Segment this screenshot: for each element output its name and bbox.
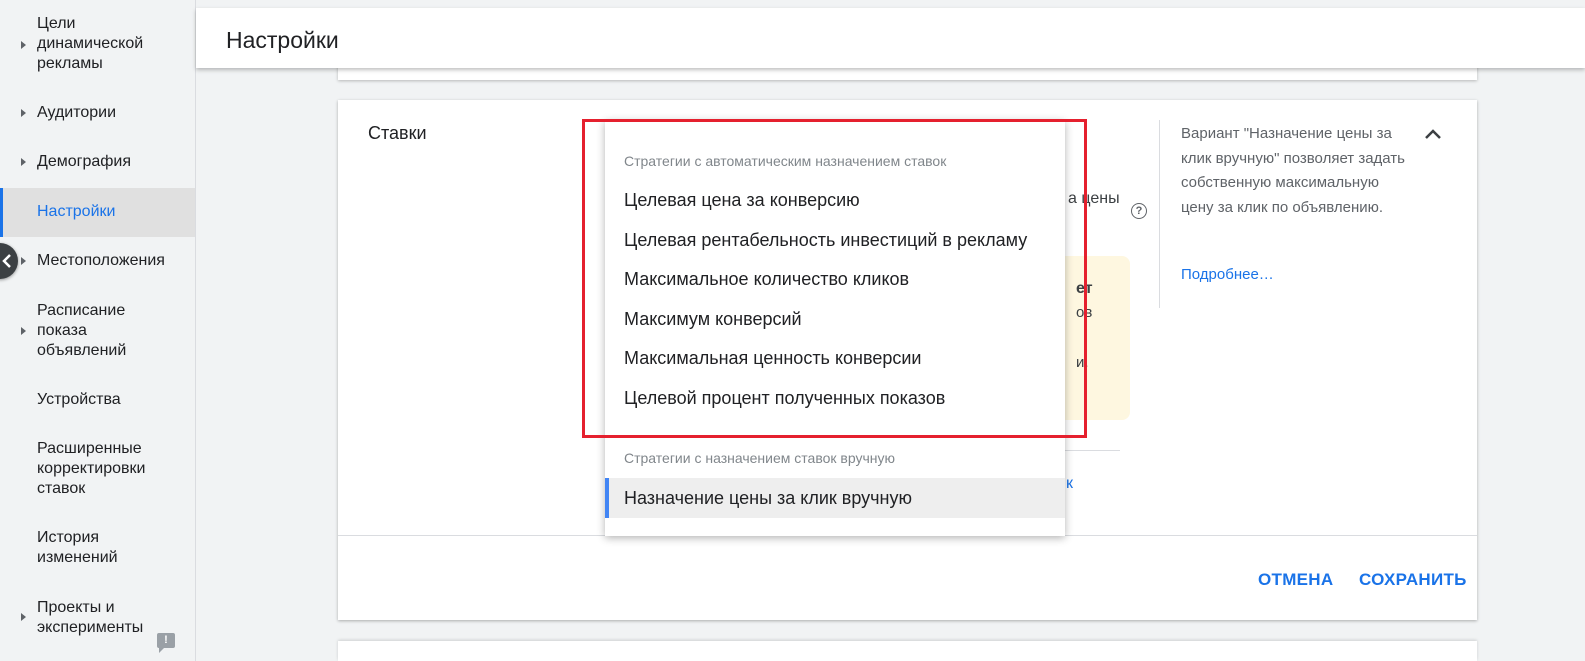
sidebar-item-label: Цели динамической рекламы: [37, 15, 144, 72]
option-maximize-clicks[interactable]: Максимальное количество кликов: [605, 259, 1065, 299]
sidebar-item-label: История изменений: [37, 529, 118, 566]
sidebar-item-label: Устройства: [37, 391, 121, 408]
sidebar-item-dynamic-ad-targets[interactable]: Цели динамической рекламы: [0, 12, 195, 82]
sidebar-item-demographics[interactable]: Демография: [0, 147, 195, 177]
manual-strategies-group-label: Стратегии с назначением ставок вручную: [624, 450, 895, 466]
option-label: Целевая цена за конверсию: [624, 190, 860, 210]
hidden-link-fragment[interactable]: к: [1066, 475, 1073, 493]
bid-strategy-dropdown: Стратегии с автоматическим назначением с…: [605, 120, 1065, 536]
hidden-text-fragment: ов: [1076, 304, 1093, 321]
sidebar-item-audiences[interactable]: Аудитории: [0, 98, 195, 128]
option-target-impression-share[interactable]: Целевой процент полученных показов: [605, 378, 1065, 418]
expand-arrow-icon: [21, 158, 26, 166]
help-text: Вариант "Назначение цены за клик вручную…: [1181, 125, 1405, 216]
option-label: Максимум конверсий: [624, 309, 802, 329]
sidebar-item-advanced-bid-adjustments[interactable]: Расширенные корректировки ставок: [0, 436, 195, 502]
expand-arrow-icon: [21, 257, 26, 265]
sidebar-item-change-history[interactable]: История изменений: [0, 525, 195, 571]
option-label: Максимальное количество кликов: [624, 269, 910, 289]
option-label: Назначение цены за клик вручную: [624, 488, 912, 508]
expand-arrow-icon: [21, 41, 26, 49]
chevron-up-icon[interactable]: [1424, 128, 1442, 140]
hidden-text-fragment: и.: [1076, 354, 1089, 371]
page-header: Настройки: [196, 8, 1585, 68]
expand-arrow-icon: [21, 327, 26, 335]
option-label: Целевой процент полученных показов: [624, 388, 946, 408]
help-panel: Вариант "Назначение цены за клик вручную…: [1159, 120, 1410, 308]
scroll-gutter: [1566, 8, 1585, 661]
option-maximize-conversion-value[interactable]: Максимальная ценность конверсии: [605, 338, 1065, 378]
sidebar-item-label: Местоположения: [37, 252, 165, 269]
auto-strategies-group-label: Стратегии с автоматическим назначением с…: [624, 153, 947, 169]
page-title: Настройки: [226, 27, 339, 53]
sidebar-item-label: Аудитории: [37, 104, 117, 121]
sidebar-item-label: Расписание показа объявлений: [37, 302, 127, 359]
sidebar-item-label: Расширенные корректировки ставок: [37, 440, 146, 497]
save-button[interactable]: СОХРАНИТЬ: [1359, 570, 1467, 590]
hidden-text-fragment: ет: [1076, 280, 1093, 297]
sidebar-item-label: Настройки: [37, 203, 116, 220]
sidebar-item-label: Демография: [37, 153, 132, 170]
section-title: Ставки: [368, 123, 427, 143]
option-manual-cpc[interactable]: Назначение цены за клик вручную: [605, 478, 1065, 518]
sidebar-item-settings[interactable]: Настройки: [0, 188, 195, 237]
cancel-button[interactable]: ОТМЕНА: [1258, 570, 1333, 590]
top-strip: [196, 0, 1585, 8]
option-target-roas[interactable]: Целевая рентабельность инвестиций в рекл…: [605, 220, 1065, 260]
hidden-text-fragment: а цены: [1068, 190, 1120, 207]
option-maximize-conversions[interactable]: Максимум конверсий: [605, 299, 1065, 339]
help-question-icon[interactable]: ?: [1131, 203, 1147, 219]
sidebar-item-label: Проекты и эксперименты: [37, 599, 144, 636]
expand-arrow-icon: [21, 613, 26, 621]
sidebar-item-devices[interactable]: Устройства: [0, 385, 195, 415]
sidebar-item-ad-schedule[interactable]: Расписание показа объявлений: [0, 298, 195, 364]
option-target-cpa[interactable]: Целевая цена за конверсию: [605, 180, 1065, 220]
active-indicator: [0, 188, 3, 237]
learn-more-link[interactable]: Подробнее…: [1181, 265, 1274, 285]
sidebar: Цели динамической рекламы Аудитории Демо…: [0, 0, 196, 661]
sidebar-item-locations[interactable]: Местоположения: [0, 246, 195, 276]
feedback-icon[interactable]: !: [157, 633, 175, 653]
option-label: Максимальная ценность конверсии: [624, 348, 922, 368]
chevron-left-icon: [2, 254, 11, 268]
expand-arrow-icon: [21, 109, 26, 117]
next-card-edge: [338, 641, 1477, 661]
option-label: Целевая рентабельность инвестиций в рекл…: [624, 230, 1028, 250]
